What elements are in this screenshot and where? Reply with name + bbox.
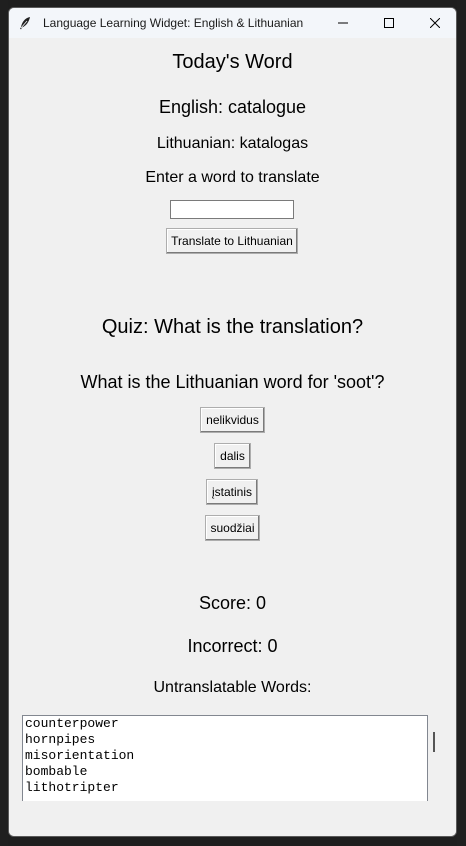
untranslatable-listbox[interactable]: counterpower hornpipes misorientation bo… (22, 715, 428, 801)
background-editor (0, 0, 8, 846)
untranslatable-heading: Untranslatable Words: (153, 679, 312, 696)
list-item[interactable]: lithotripter (23, 780, 427, 796)
window-title: Language Learning Widget: English & Lith… (43, 16, 304, 30)
quiz-option-button[interactable]: suodžiai (205, 515, 260, 541)
scrollbar-thumb[interactable] (433, 732, 435, 752)
feather-icon (20, 17, 30, 30)
list-item[interactable]: counterpower (23, 716, 427, 732)
quiz-option-button[interactable]: nelikvidus (200, 407, 265, 433)
minimize-icon (338, 22, 348, 24)
lithuanian-word: Lithuanian: katalogas (156, 135, 309, 152)
app-window: Language Learning Widget: English & Lith… (8, 7, 457, 837)
quiz-heading: Quiz: What is the translation? (101, 316, 364, 338)
background-editor-right (457, 0, 466, 846)
score-label: Score: 0 (198, 593, 267, 613)
title-bar[interactable]: Language Learning Widget: English & Lith… (9, 8, 456, 38)
incorrect-label: Incorrect: 0 (187, 636, 278, 656)
translate-prompt: Enter a word to translate (145, 169, 320, 186)
minimize-button[interactable] (320, 8, 366, 38)
quiz-option-button[interactable]: įstatinis (206, 479, 258, 505)
list-item[interactable]: hornpipes (23, 732, 427, 748)
daily-heading: Today's Word (172, 51, 293, 73)
main-content: Today's Word English: catalogue Lithuani… (9, 38, 456, 836)
quiz-question: What is the Lithuanian word for 'soot'? (80, 372, 385, 392)
close-button[interactable] (412, 8, 456, 38)
list-item[interactable]: misorientation (23, 748, 427, 764)
english-word: English: catalogue (158, 97, 307, 117)
maximize-button[interactable] (366, 8, 412, 38)
quiz-option-button[interactable]: dalis (214, 443, 251, 469)
list-item[interactable]: bombable (23, 764, 427, 780)
translate-input[interactable] (170, 200, 294, 219)
close-icon (430, 18, 440, 28)
translate-button[interactable]: Translate to Lithuanian (166, 228, 298, 254)
maximize-icon (384, 18, 394, 28)
